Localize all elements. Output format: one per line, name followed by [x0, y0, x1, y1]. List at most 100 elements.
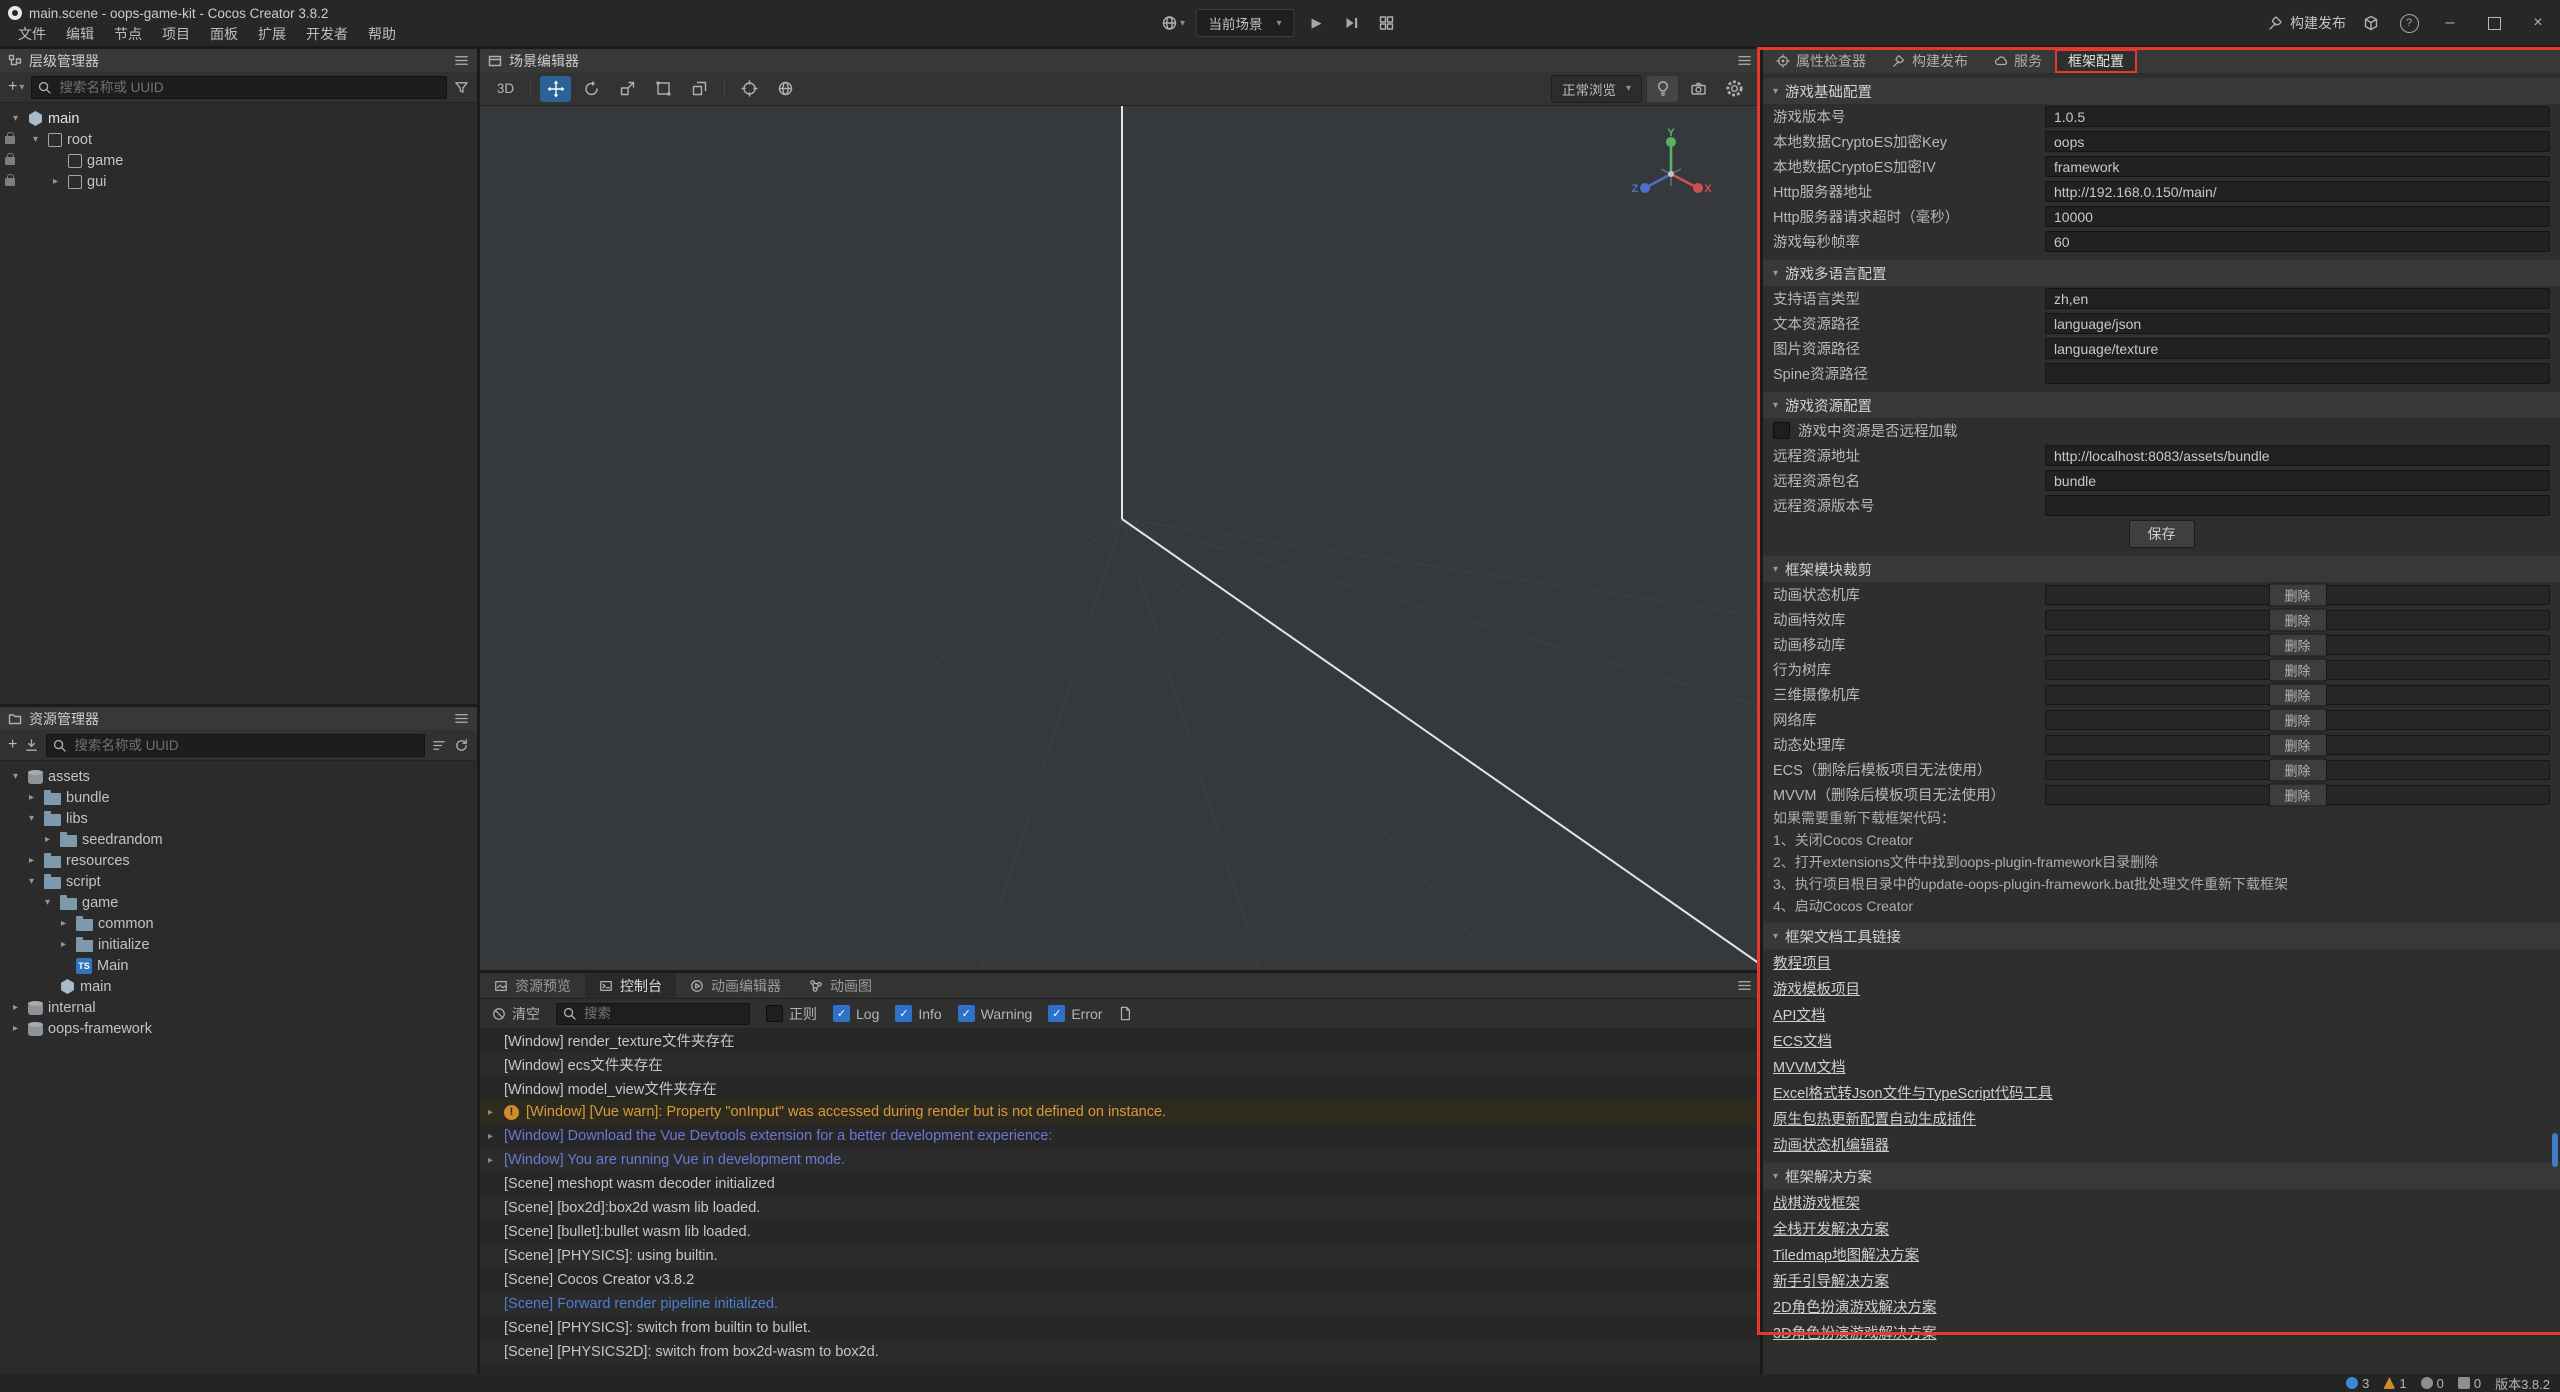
menu-file[interactable]: 文件	[8, 24, 56, 44]
filter-log-toggle[interactable]: ✓ Log	[833, 1005, 879, 1022]
tab-property-inspector[interactable]: 属性检查器	[1763, 49, 1879, 73]
error-count-badge[interactable]: 0	[2421, 1376, 2444, 1391]
import-icon[interactable]	[24, 738, 39, 753]
tree-node[interactable]: TS Main	[0, 955, 477, 976]
tab-animation-editor[interactable]: 动画编辑器	[676, 973, 795, 998]
log-checkbox[interactable]: ✓	[833, 1005, 850, 1022]
help-icon[interactable]: ?	[2396, 10, 2422, 36]
expand-arrow-icon[interactable]: ▾	[8, 771, 23, 782]
config-section-header[interactable]: ▾ 游戏多语言配置	[1763, 260, 2560, 286]
assets-search-box[interactable]	[46, 734, 425, 757]
play-button[interactable]: ▶	[1304, 10, 1330, 36]
scene-camera-button[interactable]	[1683, 76, 1714, 102]
tree-node[interactable]: ▾ assets	[0, 766, 477, 787]
doc-link[interactable]: Excel格式转Json文件与TypeScript代码工具	[1773, 1082, 2053, 1103]
tree-node[interactable]: game	[0, 150, 477, 171]
transform-tool-button[interactable]	[684, 76, 715, 102]
expand-arrow-icon[interactable]: ▸	[40, 834, 55, 845]
expand-arrow-icon[interactable]: ▸	[8, 1023, 23, 1034]
tree-node[interactable]: ▸ internal	[0, 997, 477, 1018]
expand-arrow-icon[interactable]: ▸	[48, 176, 63, 187]
console-search-box[interactable]	[556, 1003, 750, 1025]
create-asset-button[interactable]: +	[8, 736, 17, 754]
console-log-row[interactable]: [Scene] [PHYSICS2D]: switch from box2d-w…	[480, 1340, 1760, 1364]
view-mode-dropdown[interactable]: 正常浏览 ▾	[1551, 75, 1642, 103]
delete-button[interactable]: 删除	[2268, 658, 2326, 681]
expand-arrow-icon[interactable]: ▾	[28, 134, 43, 145]
config-input[interactable]	[2045, 288, 2550, 309]
doc-link[interactable]: 游戏模板项目	[1773, 978, 1860, 999]
config-section-header[interactable]: ▾ 框架模块裁剪	[1763, 556, 2560, 582]
config-input[interactable]	[2045, 338, 2550, 359]
regex-toggle[interactable]: 正则	[766, 1004, 817, 1024]
filter-warning-toggle[interactable]: ✓ Warning	[958, 1005, 1033, 1022]
tab-asset-preview[interactable]: 资源预览	[480, 973, 585, 998]
menu-panel[interactable]: 面板	[200, 24, 248, 44]
log-count-badge[interactable]: 3	[2346, 1376, 2369, 1391]
layout-grid-button[interactable]	[1374, 10, 1400, 36]
info-checkbox[interactable]: ✓	[895, 1005, 912, 1022]
config-section-header[interactable]: ▾ 框架解决方案	[1763, 1163, 2560, 1189]
preview-browser-button[interactable]: ▾	[1160, 10, 1186, 36]
assets-search-input[interactable]	[72, 737, 418, 754]
console-log-row[interactable]: [Scene] [bullet]:bullet wasm lib loaded.	[480, 1220, 1760, 1244]
doc-link[interactable]: MVVM文档	[1773, 1056, 1846, 1077]
config-section-header[interactable]: ▾ 游戏基础配置	[1763, 78, 2560, 104]
delete-button[interactable]: 删除	[2268, 633, 2326, 656]
console-search-input[interactable]	[582, 1005, 743, 1022]
package-manager-icon[interactable]	[2358, 10, 2384, 36]
scrollbar-thumb[interactable]	[2552, 1133, 2558, 1167]
delete-button[interactable]: 删除	[2268, 583, 2326, 606]
move-tool-button[interactable]	[540, 76, 571, 102]
scale-tool-button[interactable]	[612, 76, 643, 102]
console-log-row[interactable]: [Scene] [box2d]:box2d wasm lib loaded.	[480, 1196, 1760, 1220]
doc-link[interactable]: 战棋游戏框架	[1773, 1192, 1860, 1213]
console-log-row[interactable]: [Window] model_view文件夹存在	[480, 1076, 1760, 1100]
tree-node[interactable]: ▸ oops-framework	[0, 1018, 477, 1039]
scrollbar[interactable]	[2552, 73, 2558, 1374]
log-expand-arrow-icon[interactable]: ▸	[488, 1107, 504, 1118]
console-log-row[interactable]: [Window] ecs文件夹存在	[480, 1052, 1760, 1076]
expand-arrow-icon[interactable]: ▾	[24, 813, 39, 824]
tree-node[interactable]: ▾ libs	[0, 808, 477, 829]
delete-button[interactable]: 删除	[2268, 783, 2326, 806]
doc-link[interactable]: 3D角色扮演游戏解决方案	[1773, 1322, 1937, 1343]
config-input[interactable]	[2045, 206, 2550, 227]
menu-extension[interactable]: 扩展	[248, 24, 296, 44]
filter-info-toggle[interactable]: ✓ Info	[895, 1005, 941, 1022]
expand-arrow-icon[interactable]: ▸	[24, 855, 39, 866]
expand-arrow-icon[interactable]: ▸	[56, 939, 71, 950]
lock-icon[interactable]	[5, 178, 15, 186]
tree-node[interactable]: ▾ game	[0, 892, 477, 913]
doc-link[interactable]: API文档	[1773, 1004, 1825, 1025]
delete-button[interactable]: 删除	[2268, 608, 2326, 631]
build-publish-button[interactable]: 构建发布	[2268, 13, 2346, 33]
config-input[interactable]	[2045, 495, 2550, 516]
menu-node[interactable]: 节点	[104, 24, 152, 44]
tree-node[interactable]: ▾ script	[0, 871, 477, 892]
mode-3d-button[interactable]: 3D	[490, 76, 521, 102]
config-section-header[interactable]: ▾ 框架文档工具链接	[1763, 923, 2560, 949]
tab-console[interactable]: 控制台	[585, 973, 676, 998]
tab-framework-config[interactable]: 框架配置	[2055, 49, 2137, 73]
tree-node[interactable]: main	[0, 976, 477, 997]
doc-link[interactable]: Tiledmap地图解决方案	[1773, 1244, 1919, 1265]
tree-node[interactable]: ▾ main	[0, 108, 477, 129]
task-count-badge[interactable]: 0	[2458, 1376, 2481, 1391]
console-log-row[interactable]: [Scene] meshopt wasm decoder initialized	[480, 1172, 1760, 1196]
minimize-button[interactable]: –	[2434, 8, 2466, 38]
tab-build-publish[interactable]: 构建发布	[1879, 49, 1981, 73]
panel-menu-icon[interactable]	[1737, 978, 1752, 993]
menu-developer[interactable]: 开发者	[296, 24, 358, 44]
close-button[interactable]: ×	[2522, 8, 2554, 38]
delete-button[interactable]: 删除	[2268, 733, 2326, 756]
panel-menu-icon[interactable]	[454, 711, 469, 726]
expand-arrow-icon[interactable]: ▾	[24, 876, 39, 887]
config-input[interactable]	[2045, 363, 2550, 384]
lock-icon[interactable]	[5, 157, 15, 165]
warning-checkbox[interactable]: ✓	[958, 1005, 975, 1022]
delete-button[interactable]: 删除	[2268, 708, 2326, 731]
config-input[interactable]	[2045, 181, 2550, 202]
remote-load-checkbox[interactable]	[1773, 422, 1790, 439]
menu-project[interactable]: 项目	[152, 24, 200, 44]
